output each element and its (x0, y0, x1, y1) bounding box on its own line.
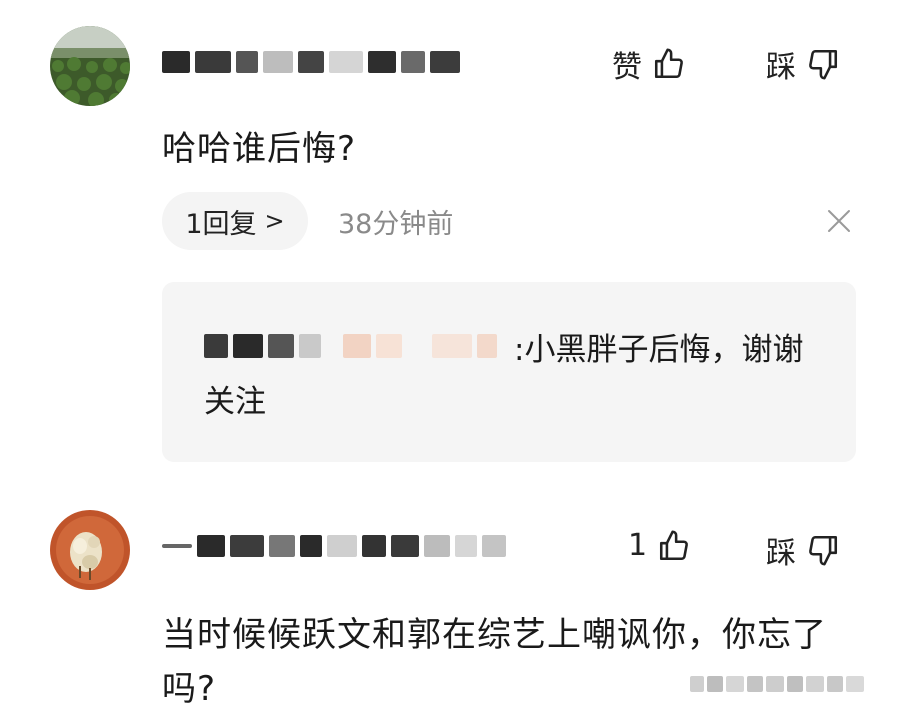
thumbs-down-icon (809, 49, 838, 80)
close-icon[interactable] (826, 208, 852, 234)
thumbs-down-icon (809, 535, 838, 566)
reply-count-label: 1回复 (185, 208, 257, 240)
reply-text: 小黑胖子后悔，谢谢关注 (204, 332, 804, 420)
avatar[interactable] (50, 26, 130, 106)
like-count: 1 (628, 528, 648, 563)
like-button[interactable]: 1 (628, 528, 691, 563)
like-button[interactable]: 赞 (612, 42, 686, 86)
comment-text: 哈哈谁后悔? (162, 129, 357, 169)
reply-preview[interactable]: :小黑胖子后悔，谢谢关注 (162, 282, 856, 462)
view-replies-button[interactable]: 1回复 > (162, 192, 308, 250)
dislike-label: 踩 (766, 536, 796, 571)
like-label: 赞 (612, 50, 642, 85)
thumbs-up-icon (654, 48, 683, 79)
comment-item: 赞 踩 哈哈谁后悔? 1回复 > 38分钟前:小黑胖子后悔，谢谢关注 (0, 0, 900, 470)
dislike-button[interactable]: 踩 (766, 42, 840, 86)
watermark-redacted (690, 676, 867, 692)
dislike-button[interactable]: 踩 (766, 528, 840, 572)
reply-separator: : (514, 332, 525, 368)
username-redacted[interactable] (162, 44, 465, 80)
timestamp: 38分钟前 (338, 209, 454, 240)
avatar[interactable] (50, 510, 130, 590)
comment-text: 当时候候跃文和郭在综艺上嘲讽你，你忘了吗? (162, 615, 827, 709)
thumbs-up-icon (660, 530, 689, 560)
reply-content: :小黑胖子后悔，谢谢关注 (204, 324, 824, 428)
dislike-label: 踩 (766, 50, 796, 85)
chevron-right-icon: > (264, 207, 285, 235)
username-redacted[interactable] (162, 528, 511, 564)
